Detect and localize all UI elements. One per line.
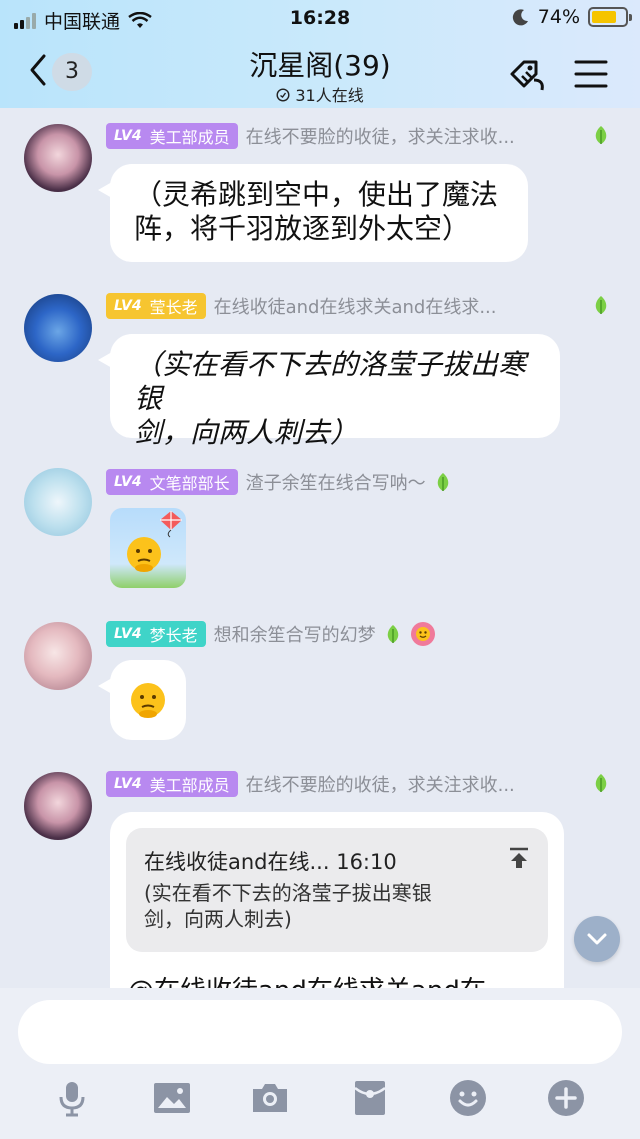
sprout-icon [595, 126, 607, 144]
battery-fill [592, 11, 616, 23]
reply-message-bubble[interactable]: 在线收徒and在线... 16:10 (实在看不下去的洛莹子拔出寒银 剑，向两人… [110, 812, 564, 988]
chevron-down-icon [587, 933, 607, 945]
plus-icon[interactable] [546, 1078, 586, 1118]
message-item: LV4 莹长老 在线收徒and在线求关and在线求... （实在看不下去的洛莹子… [0, 292, 640, 449]
level-badge: LV4 美工部成员 [106, 771, 238, 797]
online-count: 31人在线 [295, 86, 364, 105]
avatar[interactable] [24, 622, 92, 690]
quote-line: (实在看不下去的洛莹子拔出寒银 [144, 881, 432, 905]
flower-icon [410, 622, 435, 646]
sender-name[interactable]: 渣子余笙在线合写呐～ [246, 469, 426, 495]
quote-header: 在线收徒and在线... 16:10 [144, 850, 397, 874]
message-bubble[interactable]: （实在看不下去的洛莹子拔出寒银 剑，向两人刺去） [98, 334, 560, 449]
chat-list[interactable]: LV4 美工部成员 在线不要脸的收徒，求关注求收... （灵希跳到空中，使出了魔… [0, 108, 640, 988]
message-item: LV4 文笔部部长 渣子余笙在线合写呐～ [0, 468, 640, 598]
avatar[interactable] [24, 772, 92, 840]
quote-line: 剑，向两人刺去) [144, 907, 292, 931]
microphone-icon[interactable] [52, 1078, 92, 1118]
scroll-to-bottom-button[interactable] [574, 916, 620, 962]
member-title: 莹长老 [149, 298, 198, 317]
quoted-message[interactable]: 在线收徒and在线... 16:10 (实在看不下去的洛莹子拔出寒银 剑，向两人… [126, 828, 548, 952]
tag-icon[interactable] [506, 54, 548, 94]
level-label: LV4 [114, 626, 142, 642]
level-badge: LV4 梦长老 [106, 621, 206, 647]
image-icon[interactable] [152, 1078, 192, 1118]
message-item: LV4 美工部成员 在线不要脸的收徒，求关注求收... 在线收徒and在线...… [0, 770, 640, 988]
red-packet-icon[interactable] [350, 1078, 390, 1118]
input-bar [0, 988, 640, 1139]
clock-icon [276, 88, 290, 102]
level-label: LV4 [114, 776, 142, 792]
battery-percent: 74% [537, 6, 580, 28]
kite-icon [160, 511, 182, 538]
avatar[interactable] [24, 294, 92, 362]
battery-icon [588, 7, 632, 27]
sprout-icon [595, 774, 607, 792]
top-bar: 中国联通 16:28 74% 3 沉星阁(39) 31人在线 [0, 0, 640, 108]
menu-icon[interactable] [572, 54, 614, 94]
member-title: 文笔部部长 [149, 474, 230, 493]
level-label: LV4 [114, 298, 142, 314]
level-badge: LV4 美工部成员 [106, 123, 238, 149]
camera-icon[interactable] [250, 1078, 290, 1118]
message-bubble[interactable]: （灵希跳到空中，使出了魔法 阵，将千羽放逐到外太空） [98, 164, 528, 262]
message-item: LV4 美工部成员 在线不要脸的收徒，求关注求收... （灵希跳到空中，使出了魔… [0, 122, 640, 272]
message-item: LV4 梦长老 想和余笙合写的幻梦 [0, 620, 640, 750]
sprout-icon [595, 296, 607, 314]
sender-meta: LV4 美工部成员 在线不要脸的收徒，求关注求收... [106, 122, 515, 150]
kite-sticker[interactable] [110, 508, 186, 588]
message-input[interactable] [18, 1000, 622, 1064]
thinking-face-icon [131, 683, 165, 718]
message-line: （灵希跳到空中，使出了魔法 [134, 178, 499, 211]
chat-header: 3 沉星阁(39) 31人在线 [0, 36, 640, 108]
message-line: 剑，向两人刺去） [134, 416, 359, 449]
jump-to-top-icon[interactable] [508, 846, 530, 870]
status-bar: 中国联通 16:28 74% [0, 0, 640, 36]
avatar[interactable] [24, 124, 92, 192]
status-right: 74% [512, 6, 632, 28]
thinking-face-icon [127, 537, 161, 572]
avatar[interactable] [24, 468, 92, 536]
moon-icon [512, 9, 528, 26]
sprout-icon [387, 625, 398, 643]
sender-name[interactable]: 想和余笙合写的幻梦 [214, 621, 376, 647]
member-title: 梦长老 [149, 626, 198, 645]
sender-meta: LV4 美工部成员 在线不要脸的收徒，求关注求收... [106, 770, 515, 798]
message-line: （实在看不下去的洛莹子拔出寒银 [134, 348, 527, 415]
sender-meta: LV4 莹长老 在线收徒and在线求关and在线求... [106, 292, 497, 320]
message-line: 阵，将千羽放逐到外太空） [134, 212, 471, 245]
sender-meta: LV4 梦长老 想和余笙合写的幻梦 [106, 620, 436, 648]
sender-name[interactable]: 在线不要脸的收徒，求关注求收... [246, 771, 515, 797]
quote-body: (实在看不下去的洛莹子拔出寒银 剑，向两人刺去) [144, 880, 484, 932]
member-title: 美工部成员 [149, 776, 230, 795]
sender-name[interactable]: 在线收徒and在线求关and在线求... [214, 293, 497, 319]
sender-name[interactable]: 在线不要脸的收徒，求关注求收... [246, 123, 515, 149]
emoji-message-bubble[interactable] [98, 660, 186, 740]
reply-text: @在线收徒and在线求关and在... [128, 970, 511, 988]
level-badge: LV4 莹长老 [106, 293, 206, 319]
emoji-icon[interactable] [448, 1078, 488, 1118]
sprout-icon [437, 473, 448, 491]
member-title: 美工部成员 [149, 128, 230, 147]
level-label: LV4 [114, 474, 142, 490]
level-label: LV4 [114, 128, 142, 144]
sender-meta: LV4 文笔部部长 渣子余笙在线合写呐～ [106, 468, 452, 496]
level-badge: LV4 文笔部部长 [106, 469, 238, 495]
